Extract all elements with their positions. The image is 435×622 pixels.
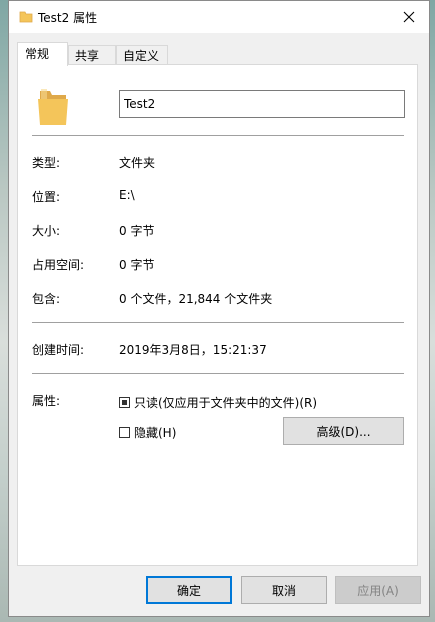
size-value: 0 字节 <box>119 224 155 238</box>
attributes-label: 属性: <box>32 394 61 408</box>
readonly-checkbox[interactable]: 只读(仅应用于文件夹中的文件)(R) <box>119 394 317 411</box>
cancel-button[interactable]: 取消 <box>241 576 327 604</box>
contains-label: 包含: <box>32 292 61 306</box>
location-label: 位置: <box>32 190 61 204</box>
apply-button: 应用(A) <box>335 576 421 604</box>
close-button[interactable] <box>389 1 429 33</box>
hidden-checkbox-label: 隐藏(H) <box>134 426 177 440</box>
divider <box>32 373 404 374</box>
tab-sharing[interactable]: 共享 <box>68 45 116 65</box>
size-label: 大小: <box>32 224 61 238</box>
close-icon <box>403 11 415 23</box>
advanced-button[interactable]: 高级(D)... <box>283 417 404 445</box>
title-bar[interactable]: Test2 属性 <box>9 1 429 33</box>
created-value: 2019年3月8日，15:21:37 <box>119 343 267 357</box>
created-label: 创建时间: <box>32 343 85 357</box>
hidden-checkbox-box[interactable] <box>119 427 130 438</box>
tab-general[interactable]: 常规 <box>17 42 68 66</box>
general-panel: 类型: 文件夹 位置: E:\ 大小: 0 字节 占用空间: 0 字节 包含: … <box>17 64 418 566</box>
readonly-checkbox-box[interactable] <box>119 397 130 408</box>
divider <box>32 135 404 136</box>
hidden-checkbox[interactable]: 隐藏(H) <box>119 424 176 441</box>
ok-button[interactable]: 确定 <box>146 576 232 604</box>
location-value: E:\ <box>119 188 135 202</box>
size-on-disk-value: 0 字节 <box>119 258 155 272</box>
size-on-disk-label: 占用空间: <box>32 258 85 272</box>
window-title: Test2 属性 <box>38 11 98 25</box>
properties-dialog: Test2 属性 常规 共享 自定义 类型: 文件夹 位置: E:\ 大小: 0… <box>8 0 430 617</box>
contains-value: 0 个文件，21,844 个文件夹 <box>119 292 273 306</box>
readonly-checkbox-label: 只读(仅应用于文件夹中的文件)(R) <box>134 396 318 410</box>
type-value: 文件夹 <box>119 156 156 170</box>
divider <box>32 322 404 323</box>
folder-name-input[interactable] <box>119 90 405 118</box>
folder-icon <box>19 11 33 23</box>
folder-icon <box>38 89 68 125</box>
type-label: 类型: <box>32 156 61 170</box>
tab-customize[interactable]: 自定义 <box>116 45 168 65</box>
